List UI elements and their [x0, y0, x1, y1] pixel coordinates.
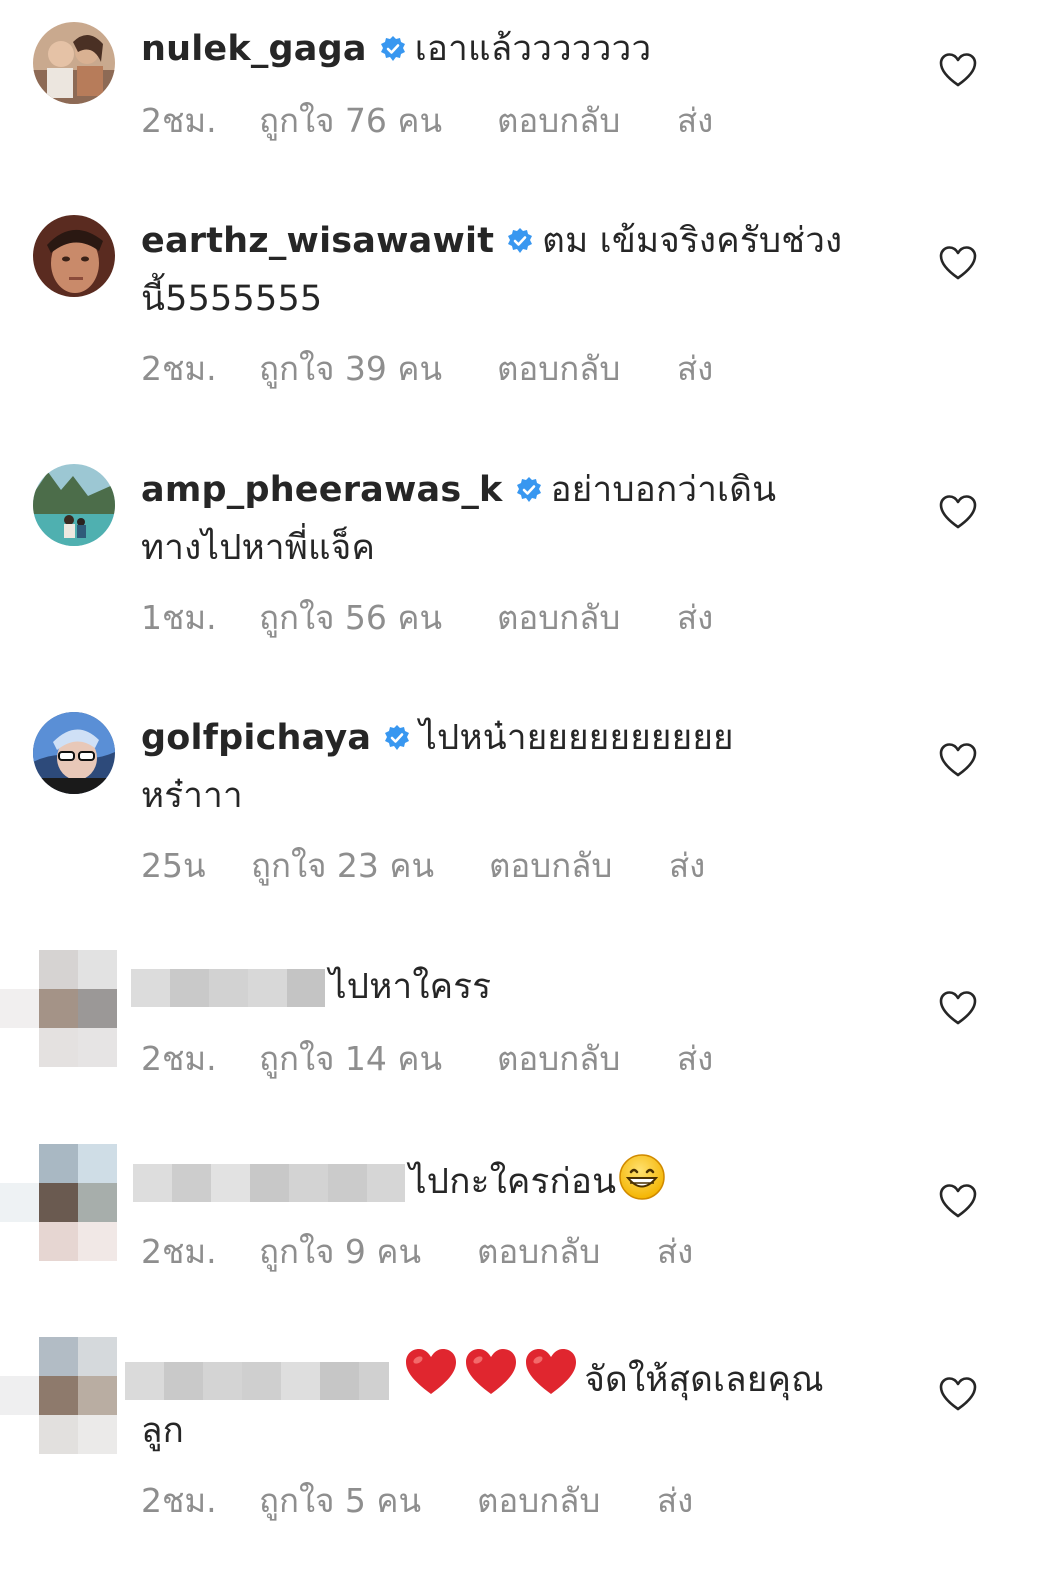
reply-button[interactable]: ตอบกลับ — [497, 591, 677, 644]
comment-text: nulek_gaga เอาแล้ววววววว — [141, 22, 901, 80]
username[interactable]: nulek_gaga — [141, 29, 367, 69]
comment-text: ไปกะใครก่อน — [133, 1153, 893, 1218]
pixelated-avatar[interactable] — [0, 1144, 118, 1262]
timestamp: 2ชม. — [141, 1481, 217, 1520]
reply-button[interactable]: ตอบกลับ — [497, 94, 677, 147]
username[interactable]: amp_pheerawas_k — [141, 470, 503, 510]
timestamp: 2ชม. — [141, 349, 217, 388]
reply-button[interactable]: ตอบกลับ — [477, 1474, 657, 1527]
comment-text: amp_pheerawas_k อย่าบอกว่าเดินทางไปหาพี่แ… — [141, 463, 901, 576]
blurred-username[interactable] — [125, 1362, 389, 1400]
reply-button[interactable]: ตอบกลับ — [489, 839, 669, 892]
send-button[interactable]: ส่ง — [657, 1225, 693, 1278]
heart-outline-icon[interactable] — [938, 245, 978, 281]
comment-body: ไปหาใครร — [329, 967, 492, 1007]
comment-text-continued: ลูก — [141, 1404, 901, 1459]
comment-meta: 2ชม. ถูกใจ 39 คน ตอบกลับ ส่ง — [141, 342, 713, 395]
likes-count[interactable]: ถูกใจ 5 คน — [259, 1474, 477, 1527]
comment-body-continued: ลูก — [141, 1411, 185, 1451]
comment-meta: 25น ถูกใจ 23 คน ตอบกลับ ส่ง — [141, 839, 705, 892]
send-button[interactable]: ส่ง — [677, 591, 713, 644]
heart-outline-icon[interactable] — [938, 494, 978, 530]
avatar[interactable] — [33, 22, 115, 104]
comment-body: จัดให้สุดเลยคุณ — [584, 1360, 824, 1400]
avatar[interactable] — [33, 712, 115, 794]
verified-badge-icon — [383, 714, 411, 769]
blurred-username[interactable] — [133, 1164, 405, 1202]
timestamp: 2ชม. — [141, 1039, 217, 1078]
comment-meta: 1ชม. ถูกใจ 56 คน ตอบกลับ ส่ง — [141, 591, 713, 644]
likes-count[interactable]: ถูกใจ 23 คน — [251, 839, 489, 892]
heart-outline-icon[interactable] — [938, 742, 978, 778]
comment-meta: 2ชม. ถูกใจ 9 คน ตอบกลับ ส่ง — [141, 1225, 693, 1278]
heart-outline-icon[interactable] — [938, 990, 978, 1026]
comment-body: อย่าบอกว่าเดิน — [550, 470, 777, 510]
comment-text: ไปหาใครร — [131, 960, 891, 1015]
heart-outline-icon[interactable] — [938, 52, 978, 88]
avatar[interactable] — [33, 464, 115, 546]
send-button[interactable]: ส่ง — [669, 839, 705, 892]
likes-count[interactable]: ถูกใจ 39 คน — [259, 342, 497, 395]
pixelated-avatar[interactable] — [0, 1337, 118, 1455]
grinning-face-emoji-icon — [618, 1153, 666, 1218]
send-button[interactable]: ส่ง — [657, 1474, 693, 1527]
comment-body-continued: หร๋าาา — [141, 776, 243, 816]
username[interactable]: earthz_wisawawit — [141, 221, 494, 261]
reply-button[interactable]: ตอบกลับ — [497, 1032, 677, 1085]
reply-button[interactable]: ตอบกลับ — [497, 342, 677, 395]
verified-badge-icon — [515, 466, 543, 521]
comment-meta: 2ชม. ถูกใจ 5 คน ตอบกลับ ส่ง — [141, 1474, 693, 1527]
likes-count[interactable]: ถูกใจ 14 คน — [259, 1032, 497, 1085]
heart-outline-icon[interactable] — [938, 1183, 978, 1219]
send-button[interactable]: ส่ง — [677, 94, 713, 147]
comment-body: ไปหน๋ายยยยยยยยยย — [419, 718, 734, 758]
comment-body: ตม เข้มจริงครับช่วง — [542, 221, 843, 261]
avatar[interactable] — [33, 215, 115, 297]
send-button[interactable]: ส่ง — [677, 1032, 713, 1085]
timestamp: 1ชม. — [141, 598, 217, 637]
comment-body-continued: นี้5555555 — [141, 279, 323, 319]
send-button[interactable]: ส่ง — [677, 342, 713, 395]
comment-body: ไปกะใครก่อน — [409, 1162, 617, 1202]
likes-count[interactable]: ถูกใจ 9 คน — [259, 1225, 477, 1278]
blurred-username[interactable] — [131, 969, 325, 1007]
verified-badge-icon — [379, 25, 407, 80]
timestamp: 25น — [141, 846, 206, 885]
comment-text: golfpichaya ไปหน๋ายยยยยยยยยยหร๋าาา — [141, 711, 901, 824]
comment-body-continued: ทางไปหาพี่แจ็ค — [141, 528, 376, 568]
timestamp: 2ชม. — [141, 101, 217, 140]
reply-button[interactable]: ตอบกลับ — [477, 1225, 657, 1278]
pixelated-avatar[interactable] — [0, 950, 118, 1068]
comment-text: earthz_wisawawit ตม เข้มจริงครับช่วงนี้55… — [141, 214, 901, 327]
username[interactable]: golfpichaya — [141, 718, 371, 758]
likes-count[interactable]: ถูกใจ 56 คน — [259, 591, 497, 644]
timestamp: 2ชม. — [141, 1232, 217, 1271]
likes-count[interactable]: ถูกใจ 76 คน — [259, 94, 497, 147]
heart-outline-icon[interactable] — [938, 1376, 978, 1412]
comment-meta: 2ชม. ถูกใจ 76 คน ตอบกลับ ส่ง — [141, 94, 713, 147]
comment-body: เอาแล้ววววววว — [414, 29, 652, 69]
verified-badge-icon — [506, 217, 534, 272]
comment-meta: 2ชม. ถูกใจ 14 คน ตอบกลับ ส่ง — [141, 1032, 713, 1085]
